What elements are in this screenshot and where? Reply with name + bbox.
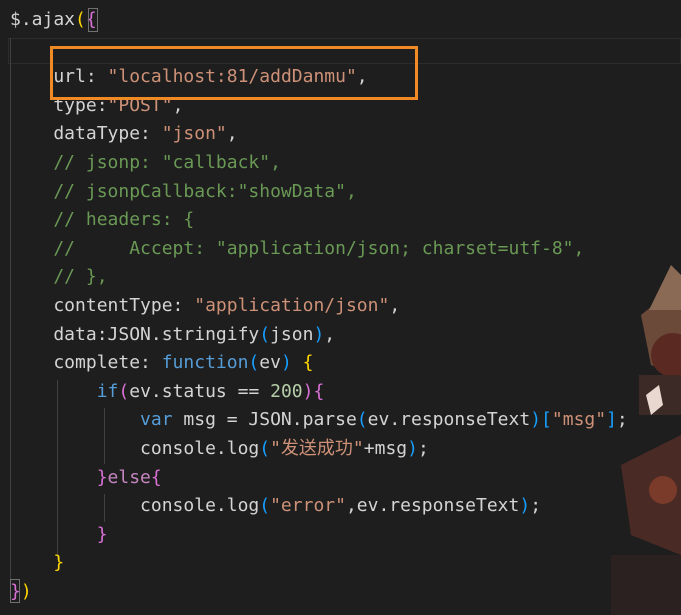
code-token: ) bbox=[313, 323, 325, 345]
code-token: ev bbox=[259, 352, 281, 374]
code-token: ) bbox=[530, 409, 542, 431]
code-token: , bbox=[226, 123, 238, 145]
code-token: ev.status == bbox=[129, 380, 271, 402]
code-line[interactable]: }else{ bbox=[10, 464, 162, 493]
code-line[interactable]: // jsonp: "callback", bbox=[10, 149, 281, 178]
code-line[interactable]: $.ajax({ bbox=[10, 6, 97, 35]
code-line[interactable]: console.log("发送成功"+msg); bbox=[10, 435, 429, 464]
code-token: 200 bbox=[270, 380, 303, 402]
code-token: // }, bbox=[10, 266, 108, 288]
code-token: ev.responseText bbox=[367, 409, 531, 431]
code-line[interactable]: // headers: { bbox=[10, 206, 194, 235]
code-token: ) bbox=[519, 495, 531, 517]
code-token: ) bbox=[280, 352, 292, 374]
code-token: ) bbox=[407, 438, 418, 459]
code-token: else bbox=[107, 466, 151, 488]
code-token: if bbox=[96, 380, 119, 402]
code-token: data:JSON.stringify bbox=[10, 323, 260, 345]
code-token: function bbox=[161, 352, 249, 374]
code-token: ( bbox=[75, 9, 86, 30]
code-token: ) bbox=[302, 380, 314, 402]
code-token: msg = JSON.parse bbox=[172, 409, 357, 431]
code-token: $.ajax bbox=[10, 9, 76, 30]
code-token: +msg bbox=[363, 438, 408, 459]
code-token: // jsonp: "callback", bbox=[10, 152, 281, 173]
code-token: } bbox=[96, 523, 108, 545]
code-token: { bbox=[302, 352, 314, 374]
code-line[interactable]: if(ev.status == 200){ bbox=[10, 378, 325, 407]
code-token: dataType: bbox=[10, 123, 162, 145]
anime-character-mascot-icon bbox=[611, 265, 681, 615]
code-token: ( bbox=[259, 495, 271, 517]
code-token: ( bbox=[248, 352, 260, 374]
code-line[interactable]: var msg = JSON.parse(ev.responseText)["m… bbox=[10, 406, 628, 435]
code-token: console.log bbox=[10, 438, 260, 459]
bracket-match-box bbox=[88, 8, 98, 32]
code-token: , bbox=[324, 323, 336, 345]
code-token: console.log bbox=[10, 495, 260, 517]
code-token: var bbox=[140, 409, 173, 431]
code-line[interactable]: // Accept: "application/json; charset=ut… bbox=[10, 235, 584, 264]
code-line[interactable]: contentType: "application/json", bbox=[10, 292, 400, 321]
code-token: [ bbox=[541, 409, 552, 431]
code-token: } bbox=[53, 552, 65, 574]
bracket-match-box bbox=[10, 579, 20, 603]
code-token: "error" bbox=[270, 495, 346, 517]
code-token: { bbox=[150, 466, 162, 488]
code-line[interactable]: console.log("error",ev.responseText); bbox=[10, 492, 541, 521]
code-token: "json" bbox=[161, 123, 227, 145]
code-line[interactable]: // jsonpCallback:"showData", bbox=[10, 178, 357, 207]
code-token: complete: bbox=[10, 352, 162, 374]
code-token: ; bbox=[417, 438, 429, 459]
code-line[interactable]: dataType: "json", bbox=[10, 120, 238, 149]
code-token: ( bbox=[259, 323, 271, 345]
code-line[interactable]: // }, bbox=[10, 263, 108, 292]
code-token: { bbox=[313, 380, 325, 402]
code-token: ,ev.responseText bbox=[345, 495, 520, 517]
code-line[interactable]: data:JSON.stringify(json), bbox=[10, 321, 335, 350]
url-highlight-box bbox=[50, 46, 418, 100]
code-editor[interactable]: $.ajax({ url: "localhost:81/addDanmu", t… bbox=[0, 0, 681, 615]
code-token: } bbox=[96, 466, 108, 488]
code-token: // jsonpCallback:"showData", bbox=[10, 180, 357, 202]
code-token: ( bbox=[356, 409, 368, 431]
code-token: json bbox=[270, 323, 314, 345]
code-token: "msg" bbox=[551, 409, 607, 431]
code-token: // headers: { bbox=[10, 209, 195, 231]
code-token: ) bbox=[20, 581, 32, 602]
code-line[interactable]: } bbox=[10, 549, 64, 578]
code-token: "application/json" bbox=[194, 295, 390, 316]
code-token: // Accept: "application/json; charset=ut… bbox=[10, 237, 585, 259]
code-token: "发送成功" bbox=[270, 438, 364, 459]
code-token: , bbox=[389, 295, 401, 316]
code-token: ( bbox=[259, 438, 271, 459]
code-line[interactable]: complete: function(ev) { bbox=[10, 349, 313, 378]
code-token: ; bbox=[530, 495, 542, 517]
code-token: contentType: bbox=[10, 295, 195, 316]
code-token: ( bbox=[118, 380, 130, 402]
code-line[interactable]: } bbox=[10, 521, 108, 550]
